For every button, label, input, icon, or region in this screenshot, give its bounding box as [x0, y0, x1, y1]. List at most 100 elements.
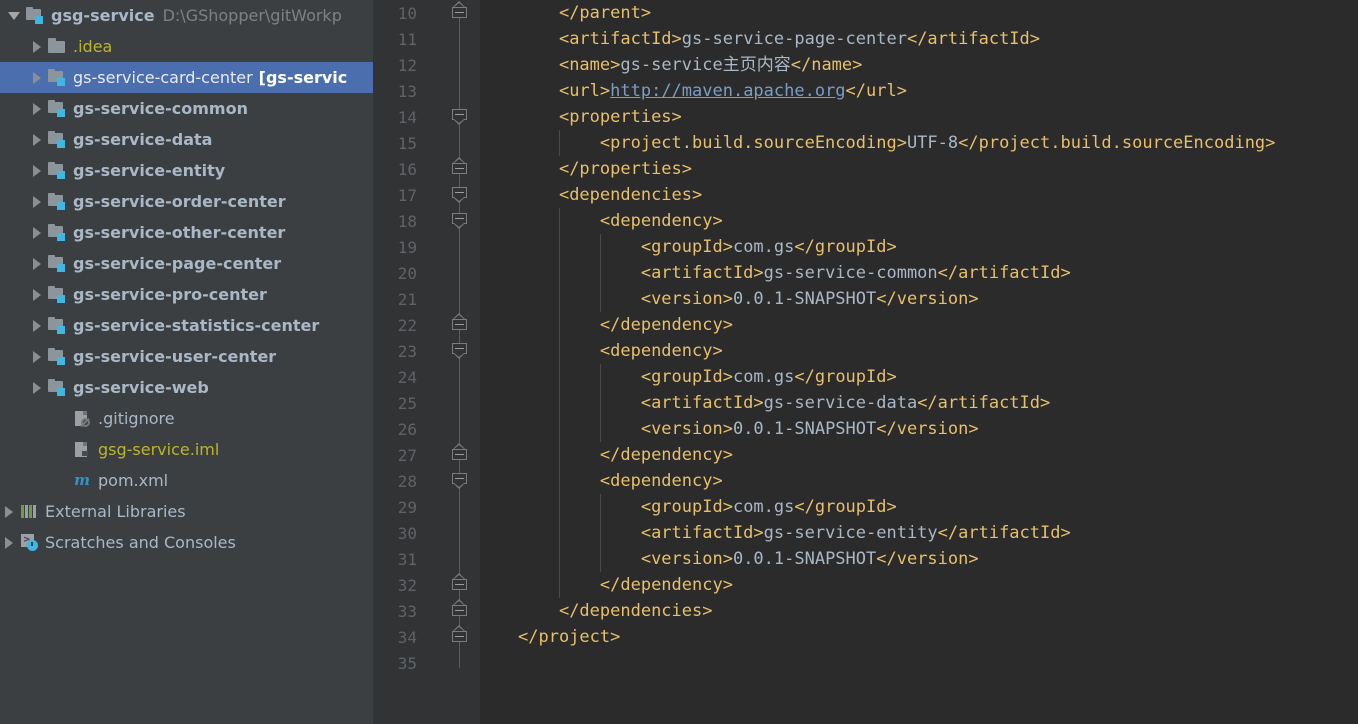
chevron-right-icon[interactable] [30, 257, 43, 270]
code-line[interactable]: <dependency> [518, 208, 723, 234]
line-number: 24 [397, 368, 417, 387]
xml-tag: </artifactId> [906, 29, 1041, 49]
line-number: 25 [397, 394, 417, 413]
code-line[interactable]: </dependency> [518, 572, 733, 598]
code-line[interactable]: </parent> [518, 0, 651, 26]
chevron-right-icon[interactable] [30, 40, 43, 53]
code-line[interactable]: </dependencies> [518, 598, 713, 624]
xml-text-value: 0.0.1-SNAPSHOT [732, 289, 877, 309]
xml-tag: <dependencies> [558, 185, 703, 205]
chevron-down-icon[interactable] [8, 9, 21, 22]
no-expander [55, 412, 68, 425]
tree-node-idea[interactable]: .idea [0, 31, 373, 62]
tree-node-module-suffix: [gs-servic [258, 68, 348, 87]
chevron-right-icon[interactable] [30, 350, 43, 363]
fold-marker-end[interactable] [452, 625, 467, 645]
xml-tag: </groupId> [794, 497, 897, 517]
xml-tag: </artifactId> [937, 523, 1071, 543]
chevron-right-icon[interactable] [30, 164, 43, 177]
line-number: 28 [397, 472, 417, 491]
editor-gutter[interactable]: 10 11 12 13 14 15 16 17 18 19 20 21 22 23 24 25 26 27 28 29… [373, 0, 480, 724]
xml-tag: <project.build.sourceEncoding> [599, 133, 907, 153]
fold-marker-end[interactable] [452, 443, 467, 463]
tree-node-external-libraries[interactable]: External Libraries [0, 496, 373, 527]
chevron-right-icon[interactable] [30, 288, 43, 301]
tree-node-pom-xml[interactable]: m pom.xml [0, 465, 373, 496]
code-line[interactable]: <groupId>com.gs</groupId> [518, 494, 897, 520]
tree-node-gsg-service-iml[interactable]: gsg-service.iml [0, 434, 373, 465]
chevron-right-icon[interactable] [30, 226, 43, 239]
chevron-right-icon[interactable] [30, 195, 43, 208]
xml-tag: <version> [640, 549, 733, 569]
line-number: 12 [397, 56, 417, 75]
chevron-right-icon[interactable] [30, 319, 43, 332]
code-line[interactable]: <artifactId>gs-service-common</artifactI… [518, 260, 1071, 286]
chevron-right-icon[interactable] [30, 71, 43, 84]
url-link[interactable]: http://maven.apache.org [610, 81, 845, 101]
line-number: 14 [397, 108, 417, 127]
code-line[interactable]: </dependency> [518, 312, 733, 338]
code-line[interactable]: <artifactId>gs-service-entity</artifactI… [518, 520, 1071, 546]
tree-node-gs-service-page-center[interactable]: gs-service-page-center [0, 248, 373, 279]
project-tool-window[interactable]: gsg-service D:\GShopper\gitWorkp .idea gs-s… [0, 0, 373, 724]
tree-node-gs-service-card-center[interactable]: gs-service-card-center [gs-servic [0, 62, 373, 93]
fold-marker-end[interactable] [452, 573, 467, 593]
chevron-right-icon[interactable] [2, 536, 15, 549]
fold-marker-end[interactable] [452, 1, 467, 21]
chevron-right-icon[interactable] [30, 381, 43, 394]
fold-marker-start[interactable] [452, 187, 467, 203]
code-line[interactable]: <url>http://maven.apache.org</url> [518, 78, 907, 104]
fold-marker-end[interactable] [452, 313, 467, 333]
code-line[interactable]: <dependency> [518, 468, 723, 494]
tree-node-gs-service-pro-center[interactable]: gs-service-pro-center [0, 279, 373, 310]
gitignore-file-icon [73, 410, 91, 428]
fold-marker-start[interactable] [452, 343, 467, 359]
code-line[interactable]: <name>gs-service主页内容</name> [518, 52, 862, 78]
editor-pane[interactable]: 10 11 12 13 14 15 16 17 18 19 20 21 22 23 24 25 26 27 28 29… [373, 0, 1358, 724]
fold-marker-start[interactable] [452, 109, 467, 125]
code-line[interactable]: <version>0.0.1-SNAPSHOT</version> [518, 546, 979, 572]
fold-marker-end[interactable] [452, 599, 467, 619]
tree-node-gs-service-data[interactable]: gs-service-data [0, 124, 373, 155]
maven-file-icon: m [74, 471, 90, 489]
tree-node-gs-service-other-center[interactable]: gs-service-other-center [0, 217, 373, 248]
code-line[interactable]: <dependency> [518, 338, 723, 364]
xml-tag: <version> [640, 419, 733, 439]
xml-tag: <dependency> [599, 471, 723, 491]
code-line[interactable]: <dependencies> [518, 182, 702, 208]
no-expander [55, 443, 68, 456]
fold-marker-start[interactable] [452, 213, 467, 229]
code-line[interactable]: <groupId>com.gs</groupId> [518, 364, 897, 390]
fold-marker-end[interactable] [452, 157, 467, 177]
module-folder-icon [26, 7, 44, 24]
xml-tag: </groupId> [794, 237, 897, 257]
tree-node-scratches-and-consoles[interactable]: > Scratches and Consoles [0, 527, 373, 558]
idea-window: gsg-service D:\GShopper\gitWorkp .idea gs-s… [0, 0, 1358, 724]
tree-node-gs-service-common[interactable]: gs-service-common [0, 93, 373, 124]
tree-node-gsg-service[interactable]: gsg-service D:\GShopper\gitWorkp [0, 0, 373, 31]
code-line[interactable]: <properties> [518, 104, 682, 130]
line-number: 27 [397, 446, 417, 465]
libraries-icon [20, 503, 38, 520]
code-line[interactable]: <artifactId>gs-service-page-center</arti… [518, 26, 1040, 52]
tree-node-gs-service-user-center[interactable]: gs-service-user-center [0, 341, 373, 372]
fold-marker-start[interactable] [452, 473, 467, 489]
chevron-right-icon[interactable] [2, 505, 15, 518]
chevron-right-icon[interactable] [30, 133, 43, 146]
code-line[interactable]: <groupId>com.gs</groupId> [518, 234, 897, 260]
code-line[interactable]: <artifactId>gs-service-data</artifactId> [518, 390, 1050, 416]
tree-node-gs-service-statistics-center[interactable]: gs-service-statistics-center [0, 310, 373, 341]
code-line[interactable]: <project.build.sourceEncoding>UTF-8</pro… [518, 130, 1276, 156]
code-line[interactable]: </properties> [518, 156, 692, 182]
tree-node-gs-service-web[interactable]: gs-service-web [0, 372, 373, 403]
code-text-area[interactable]: </parent> <artifactId>gs-service-page-ce… [480, 0, 1358, 724]
chevron-right-icon[interactable] [30, 102, 43, 115]
tree-node-gs-service-entity[interactable]: gs-service-entity [0, 155, 373, 186]
xml-tag: <artifactId> [640, 523, 764, 543]
code-line[interactable]: </project> [518, 624, 620, 650]
code-line[interactable]: <version>0.0.1-SNAPSHOT</version> [518, 286, 979, 312]
tree-node-gitignore[interactable]: .gitignore [0, 403, 373, 434]
code-line[interactable]: <version>0.0.1-SNAPSHOT</version> [518, 416, 979, 442]
code-line[interactable]: </dependency> [518, 442, 733, 468]
tree-node-gs-service-order-center[interactable]: gs-service-order-center [0, 186, 373, 217]
